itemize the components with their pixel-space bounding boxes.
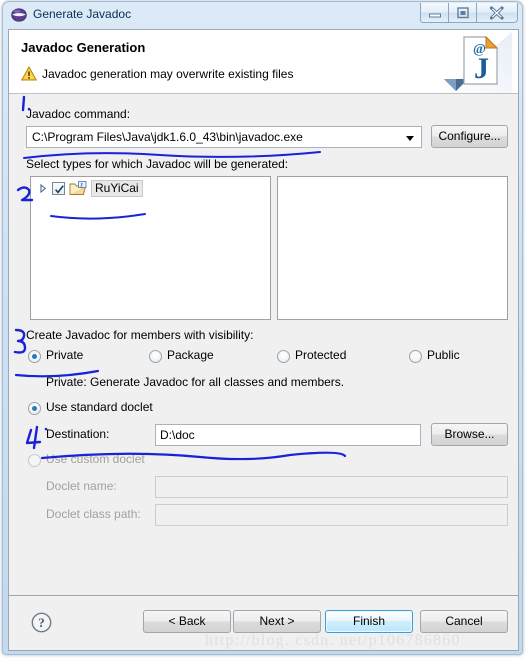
watermark-text: http://blog. csdn. net/p106786860 — [205, 632, 461, 649]
visibility-radio-package[interactable] — [149, 350, 162, 363]
finish-button[interactable]: Finish — [325, 610, 413, 633]
destination-field[interactable]: D:\doc — [155, 424, 421, 446]
help-icon[interactable]: ? — [31, 612, 52, 633]
tree-item-checkbox[interactable] — [52, 182, 65, 195]
minimize-button[interactable] — [420, 3, 449, 23]
chevron-down-icon — [406, 136, 414, 141]
browse-button[interactable]: Browse... — [431, 423, 508, 446]
visibility-radio-public[interactable] — [409, 350, 422, 363]
window-title: Generate Javadoc — [33, 7, 132, 21]
window-controls — [420, 3, 518, 24]
javadoc-command-label: Javadoc command: — [26, 107, 131, 121]
banner-message: Javadoc generation may overwrite existin… — [42, 67, 294, 81]
tree-item-label: RuYiCai — [91, 180, 143, 197]
maximize-button[interactable] — [448, 3, 477, 23]
doclet-name-field[interactable] — [155, 476, 508, 498]
destination-label: Destination: — [46, 427, 110, 441]
close-button[interactable] — [476, 3, 518, 23]
use-standard-doclet-radio[interactable] — [28, 402, 41, 415]
types-members-pane[interactable] — [277, 176, 508, 320]
java-project-folder-icon: J — [69, 180, 87, 197]
wizard-banner: Javadoc Generation Javadoc generation ma… — [9, 30, 518, 94]
doclet-classpath-field[interactable] — [155, 504, 508, 526]
warning-triangle-icon — [20, 65, 38, 81]
visibility-radio-private[interactable] — [28, 350, 41, 363]
visibility-label-public: Public — [427, 348, 460, 362]
doclet-classpath-label: Doclet class path: — [46, 507, 141, 521]
visibility-hint: Private: Generate Javadoc for all classe… — [46, 375, 345, 389]
visibility-label: Create Javadoc for members with visibili… — [26, 328, 254, 342]
use-custom-doclet-label: Use custom doclet — [46, 452, 145, 466]
next-button[interactable]: Next > — [233, 610, 321, 633]
svg-text:J: J — [80, 182, 83, 188]
javadoc-document-icon: @ J — [438, 32, 512, 93]
eclipse-sphere-icon — [11, 7, 27, 23]
svg-text:?: ? — [38, 615, 45, 630]
visibility-radio-protected[interactable] — [277, 350, 290, 363]
cancel-button[interactable]: Cancel — [420, 610, 508, 633]
chevron-right-icon[interactable] — [37, 180, 49, 197]
page-title: Javadoc Generation — [21, 40, 146, 55]
title-bar: Generate Javadoc — [3, 2, 522, 29]
doclet-name-label: Doclet name: — [46, 479, 117, 493]
visibility-label-protected: Protected — [295, 348, 347, 362]
types-tree[interactable]: J RuYiCai — [30, 176, 271, 320]
javadoc-command-value: C:\Program Files\Java\jdk1.6.0_43\bin\ja… — [32, 130, 303, 144]
visibility-label-private: Private — [46, 348, 84, 362]
wizard-page: Javadoc command: C:\Program Files\Java\j… — [9, 94, 518, 589]
use-standard-doclet-label: Use standard doclet — [46, 400, 153, 414]
back-button[interactable]: < Back — [143, 610, 231, 633]
visibility-label-package: Package — [167, 348, 214, 362]
select-types-label: Select types for which Javadoc will be g… — [26, 157, 289, 171]
tree-item-ruyicai[interactable]: J RuYiCai — [37, 180, 143, 197]
dialog-window: Generate Javadoc Javadoc Generation Java… — [2, 1, 523, 655]
dialog-client-area: Javadoc Generation Javadoc generation ma… — [8, 29, 519, 651]
svg-text:J: J — [474, 52, 489, 85]
javadoc-command-combo[interactable]: C:\Program Files\Java\jdk1.6.0_43\bin\ja… — [26, 126, 422, 148]
configure-button[interactable]: Configure... — [431, 125, 508, 148]
use-custom-doclet-radio[interactable] — [28, 454, 41, 467]
